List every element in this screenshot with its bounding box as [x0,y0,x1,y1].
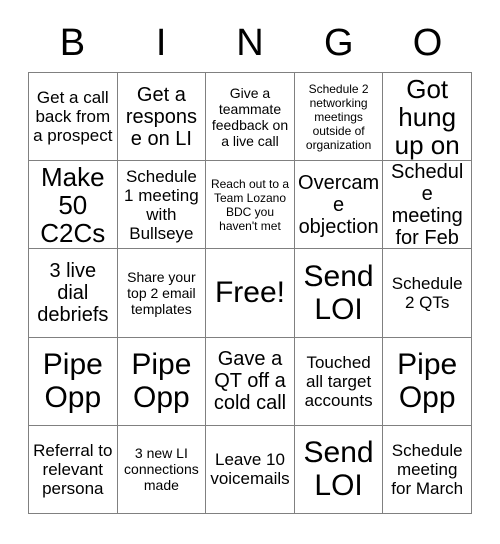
bingo-cell-label: Send LOI [303,259,374,326]
bingo-cell-r5-c1[interactable]: Referral to relevant persona [29,425,118,514]
bingo-cell-label: Got hung up on [394,73,460,160]
bingo-cell-label: Free! [214,276,285,310]
bingo-cell-r2-c4[interactable]: Overcame objection [294,161,384,250]
bingo-cell-label: Schedule 2 networking meetings outside o… [305,81,372,152]
bingo-header-letter-b: B [59,22,86,64]
bingo-cell-label: Referral to relevant persona [33,440,113,498]
bingo-cell-r4-c2[interactable]: Pipe Opp [117,337,207,426]
bingo-cell-label: Get a response on LI [125,83,197,150]
bingo-cell-r1-c4[interactable]: Schedule 2 networking meetings outside o… [294,73,384,162]
bingo-cell-r3-c5[interactable]: Schedule 2 QTs [383,249,472,338]
bingo-cell-label: 3 new LI connections made [124,445,199,494]
bingo-header-letter-n: N [236,22,264,64]
bingo-cell-label: Overcame objection [298,171,380,238]
bingo-cell-label: Make 50 C2Cs [40,161,106,248]
bingo-cell-r1-c3[interactable]: Give a teammate feedback on a live call [206,73,295,162]
bingo-cell-label: Share your top 2 email templates [127,268,196,317]
bingo-cell-r5-c5[interactable]: Schedule meeting for March [383,425,472,514]
bingo-cell-r4-c1[interactable]: Pipe Opp [29,337,118,426]
bingo-header-letter-i: I [155,22,167,64]
bingo-cell-r5-c4[interactable]: Send LOI [294,425,384,514]
bingo-header-letter-g: G [324,22,354,64]
bingo-cell-r3-c4[interactable]: Send LOI [294,249,384,338]
bingo-cell-r2-c2[interactable]: Schedule 1 meeting with Bullseye [117,161,207,250]
bingo-cell-r2-c5[interactable]: Schedule meeting for Feb [383,161,472,250]
bingo-cell-r1-c5[interactable]: Got hung up on [383,73,472,162]
bingo-cell-r4-c4[interactable]: Touched all target accounts [294,337,384,426]
bingo-cell-r4-c5[interactable]: Pipe Opp [383,337,472,426]
bingo-cell-label: Schedule 1 meeting with Bullseye [124,166,199,243]
bingo-cell-label: Send LOI [303,436,374,503]
bingo-cell-r4-c3[interactable]: Gave a QT off a cold call [206,337,295,426]
bingo-header-letter-o: O [412,22,443,64]
bingo-cell-label: Pipe Opp [131,348,192,415]
bingo-cell-label: Schedule meeting for March [391,440,464,498]
bingo-cell-r5-c2[interactable]: 3 new LI connections made [117,425,207,514]
bingo-cell-label: Pipe Opp [42,348,103,415]
bingo-cell-r1-c2[interactable]: Get a response on LI [117,73,207,162]
bingo-cell-r3-c1[interactable]: 3 live dial debriefs [29,249,118,338]
bingo-card: B I N G O Get a call back from a prospec… [0,0,500,544]
bingo-cell-r2-c1[interactable]: Make 50 C2Cs [29,161,118,250]
bingo-cell-label: Touched all target accounts [304,352,373,410]
bingo-cell-label: Schedule 2 QTs [391,273,463,312]
bingo-cell-label: Get a call back from a prospect [33,88,113,146]
bingo-cell-r3-c2[interactable]: Share your top 2 email templates [117,249,207,338]
bingo-cell-label: Give a teammate feedback on a live call [211,84,289,149]
bingo-grid: Get a call back from a prospect Get a res… [28,72,472,514]
bingo-cell-r5-c3[interactable]: Leave 10 voicemails [206,425,295,514]
bingo-cell-label: Gave a QT off a cold call [213,348,287,415]
bingo-header-row: B I N G O [28,14,472,72]
bingo-cell-label: Reach out to a Team Lozano BDC you haven… [210,176,290,233]
bingo-cell-r3-c3[interactable]: Free! [206,249,295,338]
bingo-cell-label: Leave 10 voicemails [210,450,290,489]
bingo-cell-label: 3 live dial debriefs [37,259,109,326]
bingo-cell-r1-c1[interactable]: Get a call back from a prospect [29,73,118,162]
bingo-cell-label: Pipe Opp [397,348,458,415]
bingo-cell-r2-c3[interactable]: Reach out to a Team Lozano BDC you haven… [206,161,295,250]
bingo-cell-label: Schedule meeting for Feb [391,161,464,249]
